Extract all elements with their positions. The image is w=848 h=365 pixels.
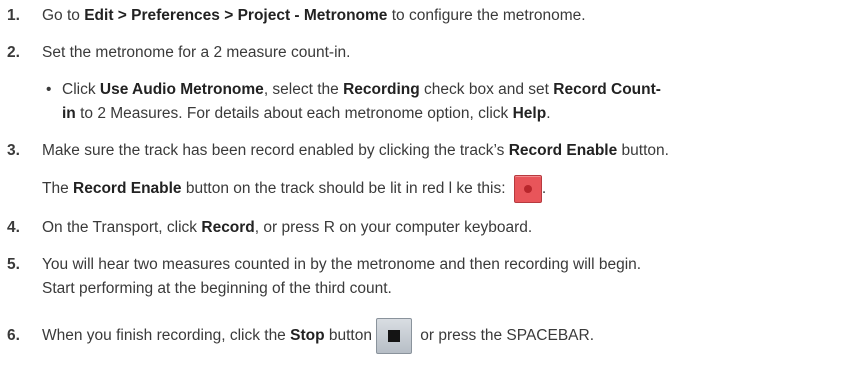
menu-path: Edit > Preferences > Project - Metronome [84,7,388,24]
step-number: 2. [7,44,20,61]
step-text: , or press R on your computer keyboard. [254,219,533,236]
step-text: Go to [42,7,85,24]
note-text: . [541,180,547,198]
bullet: • [46,81,52,98]
step-text: Set the metronome for a 2 measure count-… [42,44,351,61]
step-number: 3. [7,142,20,159]
button-name: Record Enable [508,142,618,159]
step-number: 5. [7,256,20,273]
option-name: Use Audio Metronome [99,81,264,98]
step-number: 4. [7,219,20,236]
step-number: 1. [7,7,20,24]
step-text: Start performing at the beginning of the… [42,280,392,297]
note-text: button on the track should be lit in red… [181,180,510,198]
substep-text: check box and set [419,81,554,98]
record-enable-button-icon [513,175,542,203]
stop-square-icon [387,330,400,342]
step-text: button [324,327,372,345]
step-text: or press the SPACEBAR. [415,327,594,345]
step-number: 6. [7,327,20,344]
button-name: Record [201,219,255,236]
button-name: Record Enable [73,180,182,198]
step-text: Make sure the track has been record enab… [42,142,509,159]
option-name: Record Count- [553,81,661,98]
substep-text: Click [62,81,100,98]
option-name: Recording [343,81,420,98]
step-text: button. [617,142,669,159]
substep-text: , select the [263,81,344,98]
step-text: When you finish recording, click the [42,327,291,345]
step-text: to configure the metronome. [387,7,586,24]
step-text: On the Transport, click [42,219,202,236]
step-text: You will hear two measures counted in by… [42,256,642,273]
button-name: Stop [290,327,325,345]
stop-button-icon [375,318,412,354]
option-name: Help [512,105,547,122]
option-name: in [62,105,76,122]
substep-text: to 2 Measures. For details about each me… [75,105,513,122]
note-text: The [42,180,74,198]
substep-text: . [546,105,551,122]
record-dot-icon [523,185,532,193]
